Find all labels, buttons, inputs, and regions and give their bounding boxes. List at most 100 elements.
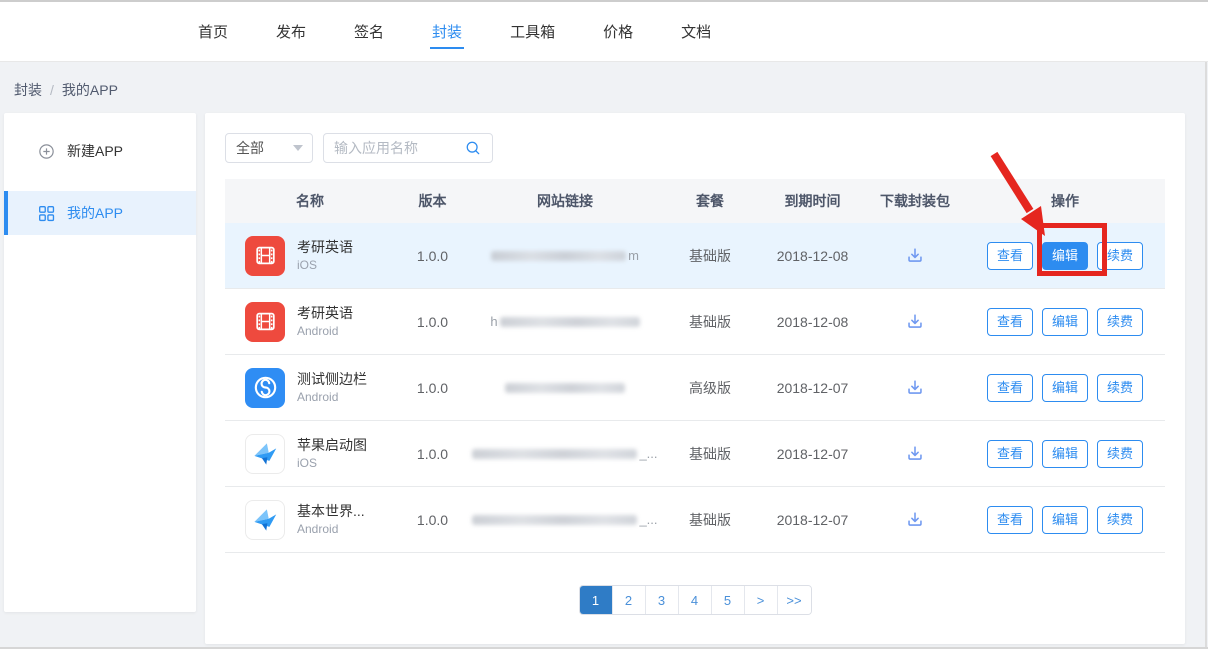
- page-button-4[interactable]: 4: [679, 586, 712, 614]
- column-header-actions: 操作: [965, 191, 1165, 211]
- filter-dropdown-value: 全部: [236, 138, 264, 158]
- plus-circle-icon: [37, 142, 56, 161]
- s-browser-icon: [245, 368, 285, 408]
- chevron-down-icon: [293, 145, 303, 151]
- page-button-1[interactable]: 1: [580, 586, 613, 614]
- table-header-row: 名称 版本 网站链接 套餐 到期时间 下载封装包 操作: [225, 179, 1165, 223]
- view-button[interactable]: 查看: [987, 242, 1033, 270]
- table-row: 基本世界... Android 1.0.0 _... 基础版 2018-12-0…: [225, 487, 1165, 553]
- search-box: [323, 133, 493, 163]
- grid-icon: [37, 204, 56, 223]
- column-header-link: 网站链接: [470, 191, 660, 211]
- edit-button-highlighted[interactable]: 编辑: [1042, 242, 1088, 270]
- app-platform: iOS: [297, 257, 353, 273]
- nav-item-package-active[interactable]: 封装: [432, 2, 462, 61]
- app-name: 考研英语: [297, 238, 353, 257]
- nav-item-toolbox[interactable]: 工具箱: [510, 2, 555, 61]
- edit-button[interactable]: 编辑: [1042, 308, 1088, 336]
- breadcrumb-section[interactable]: 封装: [14, 80, 42, 100]
- top-navigation: 首页 发布 签名 封装 工具箱 价格 文档: [0, 2, 1208, 62]
- view-button[interactable]: 查看: [987, 308, 1033, 336]
- blurred-link-bar: [472, 449, 637, 459]
- pagination-container: 1 2 3 4 5 > >>: [225, 585, 1165, 615]
- website-link-masked: h: [470, 314, 660, 329]
- package-tier: 基础版: [660, 444, 760, 464]
- app-version: 1.0.0: [395, 314, 470, 330]
- last-page-button[interactable]: >>: [778, 586, 811, 614]
- filter-dropdown[interactable]: 全部: [225, 133, 313, 163]
- main-content-panel: 全部 名称 版本 网站链接 套餐 到期时间 下载封装包 操作: [205, 113, 1185, 644]
- package-tier: 基础版: [660, 246, 760, 266]
- table-row: 测试侧边栏 Android 1.0.0 高级版 2018-12-07 查看: [225, 355, 1165, 421]
- download-package-button[interactable]: [904, 245, 926, 267]
- film-icon: [245, 302, 285, 342]
- sidebar-item-new-app[interactable]: 新建APP: [4, 129, 196, 173]
- column-header-name: 名称: [225, 191, 395, 211]
- download-package-button[interactable]: [904, 377, 926, 399]
- download-package-button[interactable]: [904, 443, 926, 465]
- download-package-button[interactable]: [904, 311, 926, 333]
- view-button[interactable]: 查看: [987, 440, 1033, 468]
- sidebar-item-my-apps[interactable]: 我的APP: [4, 191, 196, 235]
- column-header-expiry: 到期时间: [760, 191, 865, 211]
- page-button-5[interactable]: 5: [712, 586, 745, 614]
- breadcrumb: 封装 / 我的APP: [14, 80, 118, 100]
- package-tier: 基础版: [660, 510, 760, 530]
- list-toolbar: 全部: [225, 133, 1165, 163]
- pagination: 1 2 3 4 5 > >>: [579, 585, 812, 615]
- edit-button[interactable]: 编辑: [1042, 374, 1088, 402]
- renew-button[interactable]: 续费: [1097, 374, 1143, 402]
- sidebar-item-label: 我的APP: [67, 203, 123, 223]
- app-name: 苹果启动图: [297, 436, 367, 455]
- column-header-version: 版本: [395, 191, 470, 211]
- renew-button[interactable]: 续费: [1097, 308, 1143, 336]
- blurred-link-bar: [491, 251, 626, 261]
- search-icon[interactable]: [464, 139, 483, 158]
- column-header-download: 下载封装包: [865, 191, 965, 211]
- website-link-masked: _...: [470, 446, 660, 461]
- edit-button[interactable]: 编辑: [1042, 506, 1088, 534]
- search-input[interactable]: [334, 140, 464, 156]
- renew-button[interactable]: 续费: [1097, 506, 1143, 534]
- website-link-masked: [470, 383, 660, 393]
- table-row: 考研英语 iOS 1.0.0 m 基础版 2018-12-08: [225, 223, 1165, 289]
- renew-button[interactable]: 续费: [1097, 440, 1143, 468]
- paper-bird-icon: [245, 434, 285, 474]
- app-name: 考研英语: [297, 304, 353, 323]
- app-name: 测试侧边栏: [297, 370, 367, 389]
- page-button-2[interactable]: 2: [613, 586, 646, 614]
- nav-item-docs[interactable]: 文档: [681, 2, 711, 61]
- paper-bird-icon: [245, 500, 285, 540]
- expiry-date: 2018-12-07: [760, 446, 865, 462]
- page-button-3[interactable]: 3: [646, 586, 679, 614]
- website-link-masked: m: [470, 248, 660, 263]
- table-row: 考研英语 Android 1.0.0 h 基础版 2018-12-08: [225, 289, 1165, 355]
- app-version: 1.0.0: [395, 512, 470, 528]
- download-icon: [904, 509, 926, 531]
- blurred-link-bar: [505, 383, 625, 393]
- view-button[interactable]: 查看: [987, 374, 1033, 402]
- column-header-package: 套餐: [660, 191, 760, 211]
- nav-item-sign[interactable]: 签名: [354, 2, 384, 61]
- nav-item-publish[interactable]: 发布: [276, 2, 306, 61]
- app-version: 1.0.0: [395, 446, 470, 462]
- blurred-link-bar: [500, 317, 640, 327]
- blurred-link-bar: [472, 515, 637, 525]
- nav-item-price[interactable]: 价格: [603, 2, 633, 61]
- renew-button[interactable]: 续费: [1097, 242, 1143, 270]
- edit-button[interactable]: 编辑: [1042, 440, 1088, 468]
- film-icon: [245, 236, 285, 276]
- app-platform: Android: [297, 323, 353, 339]
- expiry-date: 2018-12-08: [760, 248, 865, 264]
- next-page-button[interactable]: >: [745, 586, 778, 614]
- nav-item-home[interactable]: 首页: [198, 2, 228, 61]
- download-icon: [904, 311, 926, 333]
- expiry-date: 2018-12-07: [760, 512, 865, 528]
- expiry-date: 2018-12-07: [760, 380, 865, 396]
- app-name: 基本世界...: [297, 502, 365, 521]
- view-button[interactable]: 查看: [987, 506, 1033, 534]
- download-package-button[interactable]: [904, 509, 926, 531]
- app-platform: Android: [297, 389, 367, 405]
- breadcrumb-page: 我的APP: [62, 80, 118, 100]
- package-tier: 高级版: [660, 378, 760, 398]
